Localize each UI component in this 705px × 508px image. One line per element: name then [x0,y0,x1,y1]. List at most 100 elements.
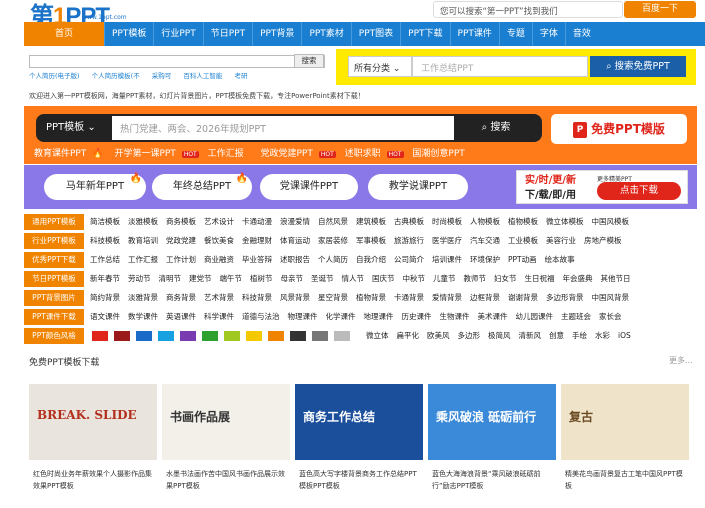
category-link[interactable]: 植物模板 [508,217,538,226]
template-card[interactable]: 书画作品展水墨书法画作苦中国风书画作品展示效果PPT模板 [162,372,290,500]
pill-link[interactable]: 马年新年PPT 🔥 [44,173,146,200]
color-swatch[interactable] [158,331,174,341]
category-link[interactable]: PPT动画 [508,255,537,264]
template-title[interactable]: 精美花鸟画背景复古工笔中国风PPT模板 [565,468,689,492]
color-swatch[interactable] [312,331,328,341]
template-thumbnail[interactable]: BREAK. SLIDE [29,384,157,460]
category-link[interactable]: 植物背景 [356,293,386,302]
template-card[interactable]: 商务工作总结 蓝色高大写字楼背景商务工作总结PPT模板PPT模板 [295,372,423,500]
category-link[interactable]: 淡雅模板 [128,217,158,226]
category-link[interactable]: 卡通背景 [394,293,424,302]
category-link[interactable]: 毕业答辩 [242,255,272,264]
category-link[interactable]: 个人简历 [318,255,348,264]
nav-item[interactable]: 专题 [498,22,532,46]
category-link[interactable]: 化学课件 [326,312,356,321]
category-link[interactable]: 卡通动漫 [242,217,272,226]
category-link[interactable]: 水彩 [595,331,610,340]
banner-tag[interactable]: 述职求职 [345,149,381,159]
nav-item[interactable]: PPT下载 [400,22,449,46]
hot-keyword[interactable]: 个人简历(电子版) [29,72,80,80]
category-link[interactable]: 自我介绍 [356,255,386,264]
nav-item[interactable]: PPT模板 [104,22,153,46]
category-link[interactable]: 述职报告 [280,255,310,264]
color-swatch[interactable] [334,331,350,341]
category-link[interactable]: 星空背景 [318,293,348,302]
category-link[interactable]: 数学课件 [128,312,158,321]
banner-search-button[interactable]: ⌕ 搜索 [458,118,534,138]
category-link[interactable]: 多边形背景 [546,293,584,302]
template-card[interactable]: BREAK. SLIDE 红色时尚业务年薪效果个人摄影作品集效果PPT模板 [29,372,157,500]
pill-link[interactable]: 党课课件PPT [260,174,358,200]
category-link[interactable]: 生日祝福 [525,274,555,283]
category-link[interactable]: 淡雅背景 [128,293,158,302]
site-logo[interactable]: 第1PPT www.1ppt.com [30,0,130,30]
more-link[interactable]: 更多... [669,355,693,366]
color-swatch[interactable] [202,331,218,341]
color-swatch[interactable] [114,331,130,341]
banner-tag[interactable]: 国潮创意PPT [412,149,464,159]
baidu-search-input[interactable]: 您可以搜索“第一PPT”找到我们 [433,1,623,18]
hot-keyword[interactable]: 考研 [234,72,247,80]
category-link[interactable]: 科学课件 [204,312,234,321]
nav-item[interactable]: 节日PPT [202,22,252,46]
color-swatch[interactable] [180,331,196,341]
category-link[interactable]: 工作汇报 [128,255,158,264]
category-label[interactable]: PPT课件下载 [24,309,84,325]
category-link[interactable]: 极简风 [488,331,511,340]
category-link[interactable]: 清新风 [519,331,542,340]
ad-download-button[interactable]: 点击下载 [597,182,681,200]
category-link[interactable]: 边框背景 [470,293,500,302]
category-link[interactable]: 军事模板 [356,236,386,245]
template-thumbnail[interactable]: 乘风破浪 砥砺前行 [428,384,556,460]
category-link[interactable]: 公司简介 [394,255,424,264]
color-swatch[interactable] [224,331,240,341]
banner-tag[interactable]: 工作汇报 [208,149,244,159]
category-label[interactable]: 节日PPT模板 [24,271,84,287]
category-link[interactable]: 欧美风 [427,331,450,340]
category-link[interactable]: 商业融资 [204,255,234,264]
category-link[interactable]: 建筑模板 [356,217,386,226]
download-ad[interactable]: 实/时/更/新 下/载/即/用 更多精美PPT 点击下载 [516,170,688,204]
category-link[interactable]: 科技模板 [90,236,120,245]
banner-search-input[interactable]: 热门党建、两会、2026年规划PPT [112,116,454,140]
category-link[interactable]: 微立体模板 [546,217,584,226]
category-label[interactable]: PPT颜色风格 [24,328,84,344]
category-link[interactable]: 爱情背景 [432,293,462,302]
template-title[interactable]: 水墨书法画作苦中国风书画作品展示效果PPT模板 [166,468,290,492]
category-link[interactable]: 其他节日 [601,274,631,283]
category-link[interactable]: 工作总结 [90,255,120,264]
banner-tag[interactable]: 党政党建PPT [260,149,312,159]
category-link[interactable]: 工业模板 [508,236,538,245]
free-ppt-button[interactable]: P 免费PPT模版 [551,114,687,144]
pill-link[interactable]: 年终总结PPT 🔥 [152,173,252,200]
color-swatch[interactable] [136,331,152,341]
template-card[interactable]: 复古 精美花鸟画背景复古工笔中国风PPT模板 [561,372,689,500]
category-link[interactable]: 清明节 [159,274,182,283]
category-link[interactable]: 古典模板 [394,217,424,226]
category-link[interactable]: 艺术设计 [204,217,234,226]
color-swatch[interactable] [92,331,108,341]
template-card[interactable]: 乘风破浪 砥砺前行 蓝色大海海浪背景“乘风破浪砥砺前行”励志PPT模板 [428,372,556,500]
category-link[interactable]: 绘本故事 [545,255,575,264]
category-link[interactable]: iOS [618,331,631,340]
category-link[interactable]: 英语课件 [166,312,196,321]
category-link[interactable]: 家长会 [599,312,622,321]
category-link[interactable]: 历史课件 [402,312,432,321]
category-link[interactable]: 美术课件 [478,312,508,321]
category-label[interactable]: 行业PPT模板 [24,233,84,249]
category-link[interactable]: 中秋节 [403,274,426,283]
category-link[interactable]: 年会盛典 [563,274,593,283]
color-swatch[interactable] [246,331,262,341]
category-link[interactable]: 旅游旅行 [394,236,424,245]
category-link[interactable]: 多边形 [458,331,481,340]
category-link[interactable]: 手绘 [572,331,587,340]
banner-type-select[interactable]: PPT模板 ⌄ [46,118,110,138]
category-label[interactable]: 通用PPT模板 [24,214,84,230]
template-title[interactable]: 蓝色高大写字楼背景商务工作总结PPT模板PPT模板 [299,468,423,492]
category-link[interactable]: 金融理财 [242,236,272,245]
hot-keyword[interactable]: 个人简历模板(不 [92,72,140,80]
category-link[interactable]: 教育培训 [128,236,158,245]
category-link[interactable]: 浪漫爱情 [280,217,310,226]
category-link[interactable]: 工作计划 [166,255,196,264]
template-thumbnail[interactable]: 书画作品展 [162,384,290,460]
